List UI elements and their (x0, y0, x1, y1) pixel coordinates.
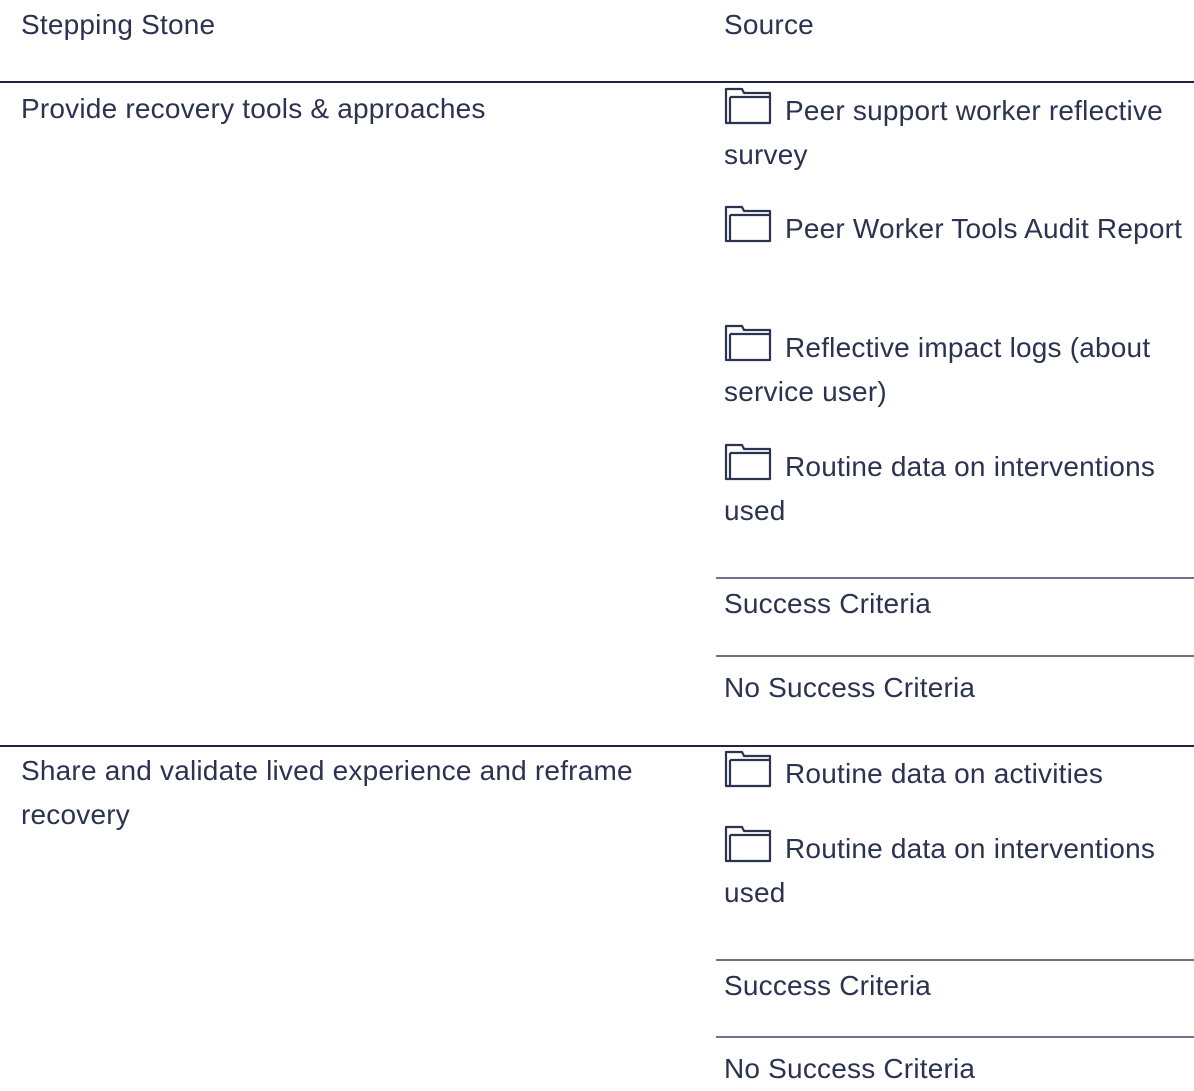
row-1-criteria-value-divider (716, 655, 1194, 657)
row-1-source-4[interactable]: Routine data on interventions used (724, 443, 1189, 533)
folder-icon (724, 87, 773, 127)
source-label: Reflective impact logs (about service us… (724, 332, 1151, 407)
row-1-stepping-stone: Provide recovery tools & approaches (21, 93, 486, 124)
row-2-criteria-value-divider (716, 1036, 1194, 1038)
folder-icon (724, 324, 773, 364)
row-2-source-2[interactable]: Routine data on interventions used (724, 825, 1189, 915)
folder-icon (724, 443, 773, 483)
header-stepping-stone: Stepping Stone (21, 9, 216, 40)
folder-icon (724, 750, 773, 790)
stepping-stones-table: Stepping Stone Source Provide recovery t… (0, 0, 1194, 1084)
row-1-source-3[interactable]: Reflective impact logs (about service us… (724, 324, 1189, 414)
row-1-source-1[interactable]: Peer support worker reflective survey (724, 87, 1189, 177)
source-label: Peer Worker Tools Audit Report (785, 213, 1183, 244)
row-2-criteria-divider (716, 959, 1194, 961)
row-2-success-criteria-value: No Success Criteria (724, 1053, 976, 1084)
header-divider (0, 81, 1194, 83)
source-label: Routine data on interventions used (724, 451, 1156, 526)
folder-icon (724, 205, 773, 245)
row-2-success-criteria-heading: Success Criteria (724, 970, 932, 1001)
folder-icon (724, 825, 773, 865)
row-1-criteria-divider (716, 577, 1194, 579)
row-1-source-2[interactable]: Peer Worker Tools Audit Report (724, 205, 1189, 251)
source-label: Routine data on interventions used (724, 833, 1156, 908)
row-2-stepping-stone: Share and validate lived experience and … (21, 755, 633, 830)
row-divider (0, 745, 1194, 747)
source-label: Peer support worker reflective survey (724, 95, 1163, 170)
header-source: Source (724, 9, 814, 40)
row-1-success-criteria-value: No Success Criteria (724, 672, 976, 703)
row-2-source-1[interactable]: Routine data on activities (724, 750, 1189, 796)
source-label: Routine data on activities (785, 758, 1104, 789)
row-1-success-criteria-heading: Success Criteria (724, 588, 932, 619)
